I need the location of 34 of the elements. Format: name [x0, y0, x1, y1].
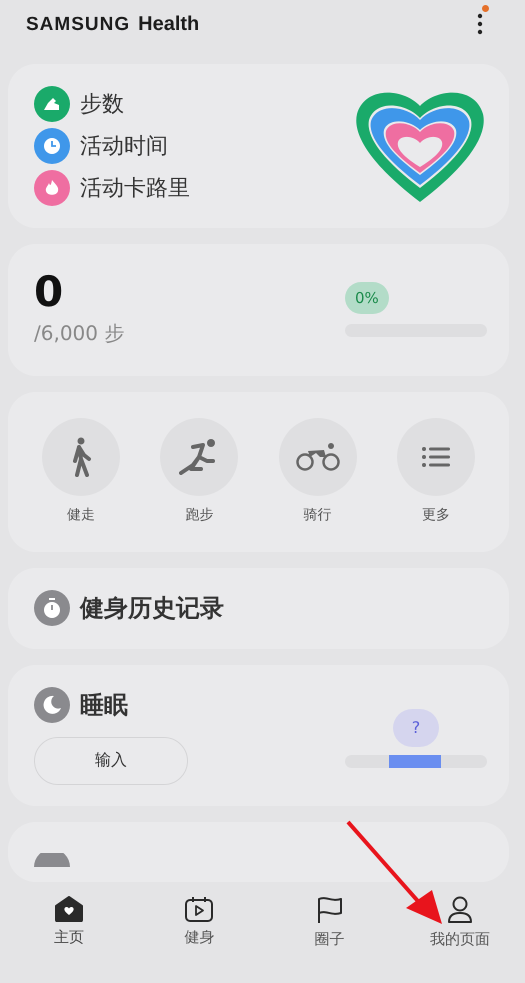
steps-card[interactable]: 0 /6,000 步 0% — [8, 244, 509, 376]
step-count: 0 — [34, 270, 64, 314]
input-button[interactable]: 输入 — [34, 736, 188, 785]
step-goal: /6,000 步 — [34, 320, 124, 347]
moon-icon — [34, 686, 70, 723]
sleep-title: 睡眠 — [80, 690, 128, 721]
history-card[interactable]: 健身历史记录 — [8, 568, 509, 649]
calendar-play-icon — [185, 896, 214, 922]
home-icon — [55, 896, 84, 922]
workout-label: 骑行 — [304, 506, 332, 524]
question-bubble: ? — [393, 708, 439, 747]
sleep-card[interactable]: 睡眠 输入 ? — [8, 664, 509, 806]
history-title: 健身历史记录 — [80, 593, 224, 624]
cyclist-icon — [296, 442, 340, 471]
stopwatch-icon — [34, 590, 70, 626]
category-icon — [34, 852, 70, 867]
nav-tab[interactable]: 圈子 — [274, 896, 385, 949]
workout-label: 更多 — [422, 506, 450, 524]
workout-label: 跑步 — [185, 506, 214, 524]
flag-icon — [316, 896, 343, 924]
person-icon — [446, 896, 473, 924]
workout-label: 健走 — [67, 506, 96, 524]
nav-tab[interactable]: 健身 — [144, 896, 254, 947]
list-icon — [422, 446, 450, 467]
activity-label: 步数 — [80, 91, 124, 120]
nav-tab[interactable]: 主页 — [14, 896, 124, 947]
activity-label: 活动时间 — [80, 133, 168, 162]
activity-label: 活动卡路里 — [80, 175, 190, 204]
brand-logo: SAMSUNG — [26, 14, 130, 36]
nav-tab[interactable]: 我的页面 — [404, 896, 515, 949]
percent-badge: 0% — [345, 282, 389, 314]
activity-card[interactable]: 步数 活动时间 活动卡路里 — [8, 64, 509, 228]
app-title: Health — [138, 12, 200, 36]
more-icon — [477, 13, 483, 36]
